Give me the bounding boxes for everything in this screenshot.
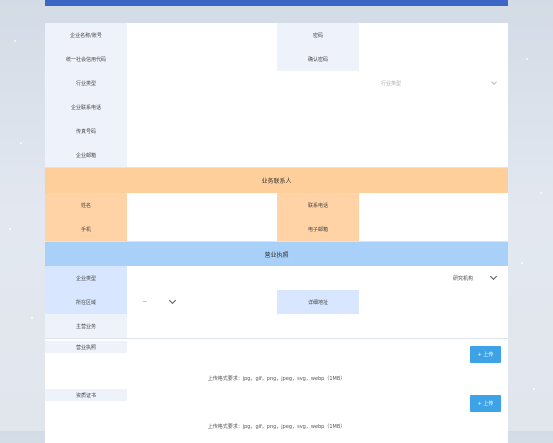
credit-code-input[interactable] — [127, 47, 277, 71]
business-license-upload-button[interactable]: + 上传 — [470, 346, 501, 363]
bg-dot — [14, 40, 16, 42]
main-business-input[interactable] — [127, 314, 508, 338]
license-section-header: 营业执照 — [45, 242, 508, 266]
company-type-label: 企业类型 — [45, 266, 127, 290]
form-row: 姓名 联系电话 — [45, 193, 508, 218]
password-label: 密码 — [277, 23, 359, 47]
fax-label: 传真号码 — [45, 119, 127, 143]
industry-select[interactable]: 行业类型 — [127, 71, 508, 95]
form-row: 统一社会信用代码 确认密码 — [45, 47, 508, 72]
business-license-label: 营业执照 — [45, 341, 127, 353]
company-name-label: 企业名称/账号 — [45, 23, 127, 47]
contact-phone-label: 联系电话 — [277, 193, 359, 217]
industry-placeholder: 行业类型 — [381, 81, 402, 87]
form-row: 所在区域 -- 详细地址 — [45, 290, 508, 315]
confirm-password-label: 确认密码 — [277, 47, 359, 71]
bg-dot — [533, 388, 535, 390]
contact-name-label: 姓名 — [45, 193, 127, 217]
form-row: 企业邮箱 — [45, 143, 508, 168]
main-business-label: 主营业务 — [45, 314, 127, 338]
password-input[interactable] — [359, 23, 508, 47]
bg-dot — [20, 142, 22, 144]
address-input[interactable] — [359, 290, 508, 314]
bg-dot — [31, 317, 33, 319]
bg-dot — [540, 192, 542, 194]
region-label: 所在区域 — [45, 290, 127, 314]
chevron-down-icon — [489, 272, 498, 281]
form-row: 行业类型 行业类型 — [45, 71, 508, 96]
confirm-password-input[interactable] — [359, 47, 508, 71]
company-type-select[interactable]: 研究机构 — [127, 266, 508, 290]
contact-mobile-input[interactable] — [127, 217, 277, 241]
bg-dot — [521, 262, 523, 264]
chevron-down-icon — [168, 296, 177, 305]
contact-phone-input[interactable] — [359, 193, 508, 217]
credit-code-label: 统一社会信用代码 — [45, 47, 127, 71]
contact-name-input[interactable] — [127, 193, 277, 217]
form-row: 传真号码 — [45, 119, 508, 144]
qualification-label: 资质证书 — [45, 389, 127, 401]
company-email-label: 企业邮箱 — [45, 143, 127, 167]
region-select[interactable]: -- — [127, 290, 277, 314]
contact-email-label: 电子邮箱 — [277, 217, 359, 241]
business-license-upload-hint: 上传格式要求：jpg，gif，png，jpeg，svg，webp（1MB） — [207, 376, 346, 382]
form-row: 主营业务 — [45, 314, 508, 339]
form-row: 企业名称/账号 密码 — [45, 23, 508, 48]
company-type-value: 研究机构 — [453, 276, 474, 282]
company-phone-input[interactable] — [127, 95, 508, 119]
bg-dot — [526, 58, 528, 60]
form-row: 企业类型 研究机构 — [45, 266, 508, 291]
form-row: 手机 电子邮箱 — [45, 217, 508, 242]
qualification-upload-button[interactable]: + 上传 — [470, 395, 501, 412]
address-label: 详细地址 — [277, 290, 359, 314]
form-row: 企业联系电话 — [45, 95, 508, 120]
bg-dot — [9, 228, 11, 230]
industry-label: 行业类型 — [45, 71, 127, 95]
company-email-input[interactable] — [127, 143, 508, 167]
contact-mobile-label: 手机 — [45, 217, 127, 241]
fax-input[interactable] — [127, 119, 508, 143]
registration-form: 企业名称/账号 密码 统一社会信用代码 确认密码 行业类型 行业类型 企业联系电… — [45, 23, 508, 443]
company-phone-label: 企业联系电话 — [45, 95, 127, 119]
chevron-down-icon — [491, 79, 497, 85]
region-value: -- — [143, 299, 147, 305]
header-bar — [45, 0, 508, 6]
company-name-input[interactable] — [127, 23, 277, 47]
qualification-upload-hint: 上传格式要求：jpg，gif，png，jpeg，svg，webp（1MB） — [207, 424, 346, 430]
contact-section-header: 业务联系人 — [45, 168, 508, 193]
contact-email-input[interactable] — [359, 217, 508, 241]
